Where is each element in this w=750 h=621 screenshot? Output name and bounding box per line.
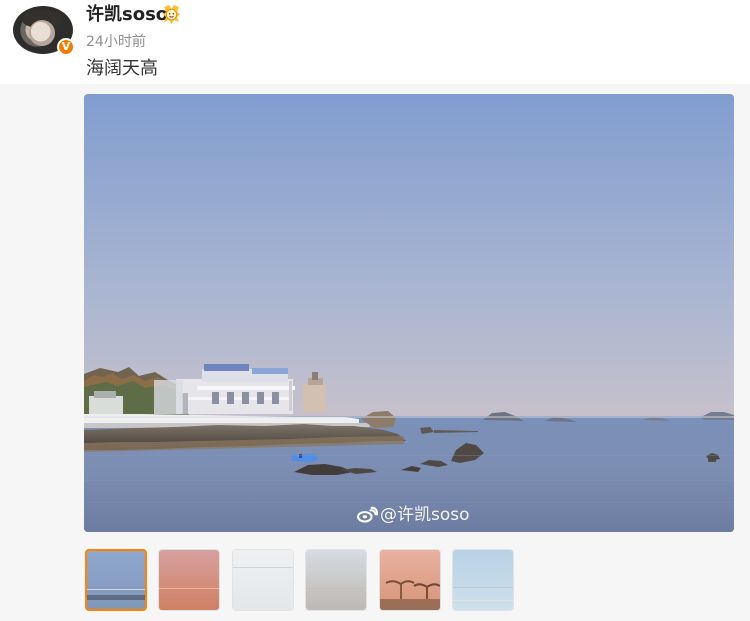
white-sea-thumbnail-image [233,550,293,610]
weibo-icon [357,506,378,523]
horizon-line [87,589,145,590]
coast-house-thumbnail-image [87,551,145,609]
horizon-line [453,587,513,588]
verified-icon: V [61,40,71,53]
sunset-sea-thumbnail[interactable] [158,549,220,611]
post-content: 海阔天高 [86,58,158,79]
palm-sunset-thumbnail[interactable] [379,549,441,611]
calm-horizon-thumbnail[interactable] [305,549,367,611]
shoreline [453,600,513,601]
pastel-beach-thumbnail-image [453,550,513,610]
horizon-line [159,588,219,589]
avatar-face [29,20,55,46]
medal-icon [163,5,180,24]
white-sea-thumbnail[interactable] [232,549,294,611]
main-photo[interactable]: @许凯soso [84,94,734,532]
watermark-text: @许凯soso [380,505,470,525]
weibo-watermark: @许凯soso [356,505,470,525]
post-timestamp[interactable]: 24小时前 [86,34,146,50]
post-header: V 许凯soso 24小时前 海阔天高 [0,0,750,84]
verified-badge: V [57,38,75,56]
horizon-line [233,567,293,568]
coast-house-thumbnail[interactable] [85,549,147,611]
sunset-sea-thumbnail-image [159,550,219,610]
coastal-landscape-image [84,94,734,532]
media-area: @许凯soso [0,84,750,621]
pastel-beach-thumbnail[interactable] [452,549,514,611]
calm-horizon-thumbnail-image [306,550,366,610]
username[interactable]: 许凯soso [86,4,168,26]
palm-tree-icon [380,580,440,610]
horizon-line [306,588,366,589]
coastline [87,595,145,600]
avatar[interactable]: V [12,6,75,56]
